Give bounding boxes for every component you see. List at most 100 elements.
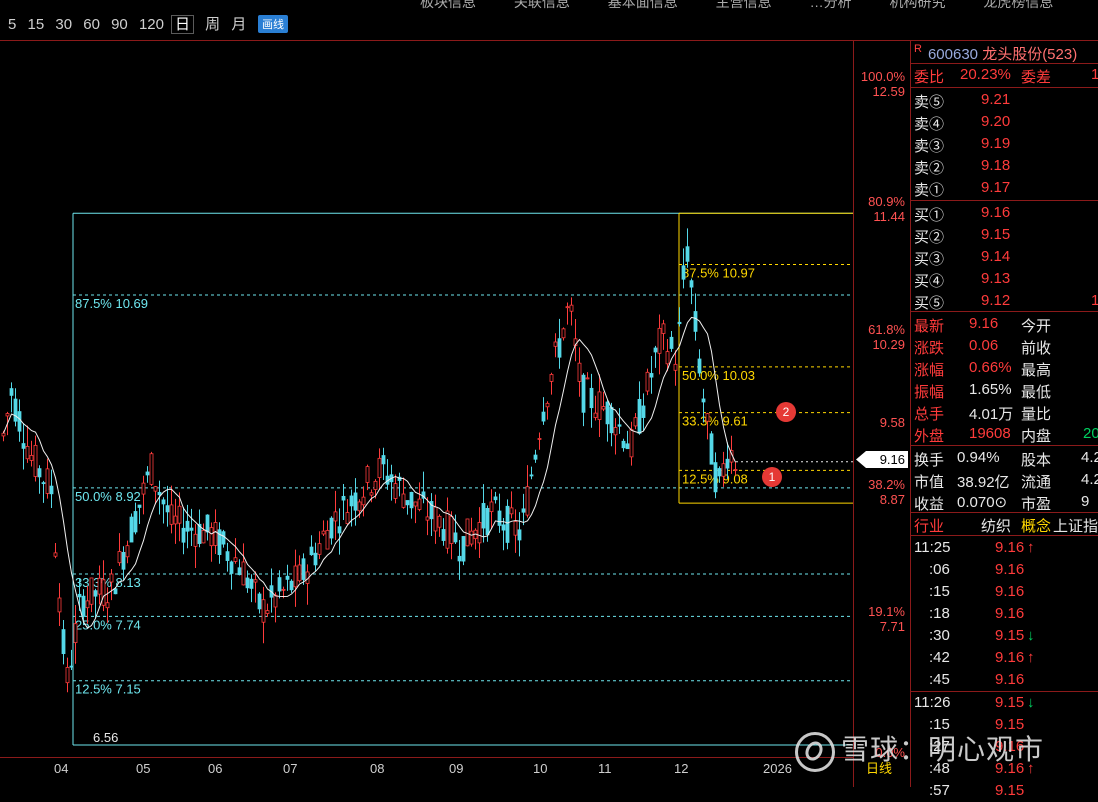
candle-body bbox=[301, 558, 306, 580]
candle-body bbox=[689, 280, 694, 288]
candle-body bbox=[645, 371, 650, 392]
candle-body bbox=[465, 518, 470, 547]
candle-body bbox=[693, 311, 698, 332]
candle-body bbox=[245, 577, 250, 589]
ytick-pct-191: 19.1% bbox=[868, 604, 905, 619]
ask-row[interactable]: 卖④ 9.20 bbox=[911, 111, 1098, 133]
candle-body bbox=[293, 565, 298, 588]
candle-body bbox=[277, 577, 282, 592]
ytick-price-958: 9.58 bbox=[879, 415, 905, 430]
candle-body bbox=[725, 458, 730, 469]
candle-body bbox=[73, 623, 78, 644]
period-120min[interactable]: 120 bbox=[139, 16, 164, 33]
period-selector: 5 15 30 60 90 120日 周 月 ⋮ bbox=[8, 13, 280, 34]
bid-row[interactable]: 买⑤ 9.12 1 bbox=[911, 290, 1098, 312]
candle-body bbox=[701, 398, 706, 403]
menu-analysis[interactable]: …分析 bbox=[810, 0, 852, 10]
period-15min[interactable]: 15 bbox=[28, 16, 45, 33]
draw-line-button[interactable]: 画线 bbox=[258, 15, 288, 33]
candle-body bbox=[125, 545, 130, 558]
candle-body bbox=[653, 347, 658, 353]
period-30min[interactable]: 30 bbox=[55, 16, 72, 33]
info-row: 换手 0.94% 股本 4.2 bbox=[914, 449, 1098, 469]
candle-body bbox=[333, 511, 338, 522]
candle-body bbox=[249, 578, 254, 589]
candle-body bbox=[525, 486, 530, 516]
candlestick-chart[interactable]: 87.5% 10.6950.0% 8.9233.3% 8.1325.0% 7.7… bbox=[0, 41, 853, 757]
candle-body bbox=[613, 427, 618, 436]
ask-row[interactable]: 卖① 9.17 bbox=[911, 177, 1098, 199]
ask-row[interactable]: 卖③ 9.19 bbox=[911, 133, 1098, 155]
candle-body bbox=[505, 505, 510, 543]
stat-row: 振幅 1.65% 最低 bbox=[914, 381, 1052, 401]
candle-body bbox=[537, 438, 542, 440]
tick-row: :15 9.16 bbox=[929, 583, 1025, 600]
menu-fundamental[interactable]: 基本面信息 bbox=[608, 0, 678, 10]
candle-body bbox=[529, 474, 534, 477]
candle-body bbox=[13, 398, 18, 422]
period-month[interactable]: 月 bbox=[231, 16, 246, 33]
menu-dragon-tiger[interactable]: 龙虎榜信息 bbox=[983, 0, 1053, 10]
candle-body bbox=[85, 600, 90, 609]
candle-body bbox=[521, 508, 526, 513]
candle-body bbox=[709, 433, 714, 465]
ask-row[interactable]: 卖⑤ 9.21 bbox=[911, 89, 1098, 111]
weibi-row: 委比 20.23% 委差 1 bbox=[914, 66, 1098, 86]
candle-body bbox=[697, 358, 702, 374]
marker-1[interactable]: 1 bbox=[762, 467, 782, 487]
candle-body bbox=[281, 588, 286, 591]
tick-row: 11:25 9.16 ↑ bbox=[914, 539, 1035, 556]
candle-body bbox=[469, 530, 474, 545]
menu-research[interactable]: 机构研究 bbox=[889, 0, 945, 10]
bid-row[interactable]: 买② 9.15 bbox=[911, 224, 1098, 246]
xtick-07: 07 bbox=[283, 761, 298, 776]
candle-body bbox=[501, 524, 506, 531]
candle-body bbox=[557, 338, 562, 358]
candle-body bbox=[713, 462, 718, 493]
xtick-08: 08 bbox=[370, 761, 385, 776]
bid-row[interactable]: 买③ 9.14 bbox=[911, 246, 1098, 268]
candle-body bbox=[337, 526, 342, 534]
candle-body bbox=[213, 522, 218, 546]
period-5min[interactable]: 5 bbox=[8, 16, 16, 33]
candle-body bbox=[129, 516, 134, 543]
ytick-price-1144: 11.44 bbox=[873, 209, 905, 224]
candle-body bbox=[317, 543, 322, 555]
fib-left-label: 50.0% 8.92 bbox=[75, 489, 141, 504]
candle-body bbox=[513, 521, 518, 536]
candle-body bbox=[121, 551, 126, 570]
candle-body bbox=[549, 374, 554, 382]
candle-body bbox=[77, 593, 82, 598]
candle-body bbox=[605, 401, 610, 425]
bid-row[interactable]: 买① 9.16 bbox=[911, 202, 1098, 224]
candle-body bbox=[29, 455, 34, 461]
period-week[interactable]: 周 bbox=[205, 16, 220, 33]
candle-body bbox=[69, 665, 74, 668]
candle-body bbox=[685, 246, 690, 262]
period-day[interactable]: 日 bbox=[170, 15, 194, 34]
candle-body bbox=[141, 482, 146, 495]
candle-body bbox=[569, 304, 574, 312]
marker-2[interactable]: 2 bbox=[776, 402, 796, 422]
candle-body bbox=[637, 398, 642, 434]
bid-row[interactable]: 买④ 9.13 bbox=[911, 268, 1098, 290]
period-60min[interactable]: 60 bbox=[83, 16, 100, 33]
candle-body bbox=[181, 527, 186, 543]
ytick-price-887: 8.87 bbox=[879, 492, 905, 507]
menu-related[interactable]: 关联信息 bbox=[514, 0, 570, 10]
candle-body bbox=[5, 413, 10, 417]
candle-body bbox=[253, 579, 258, 583]
candle-body bbox=[617, 424, 622, 427]
candle-body bbox=[161, 499, 166, 505]
candle-body bbox=[673, 363, 678, 371]
menu-business[interactable]: 主营信息 bbox=[716, 0, 772, 10]
stat-row: 外盘 19608 内盘 20 bbox=[914, 425, 1098, 445]
tick-row: 11:26 9.15 ↓ bbox=[914, 694, 1035, 711]
menu-sector[interactable]: 板块信息 bbox=[420, 0, 476, 10]
ask-row[interactable]: 卖② 9.18 bbox=[911, 155, 1098, 177]
candle-body bbox=[661, 323, 666, 334]
candle-body bbox=[449, 516, 454, 544]
candle-body bbox=[665, 351, 670, 365]
candle-body bbox=[485, 507, 490, 536]
period-90min[interactable]: 90 bbox=[111, 16, 128, 33]
